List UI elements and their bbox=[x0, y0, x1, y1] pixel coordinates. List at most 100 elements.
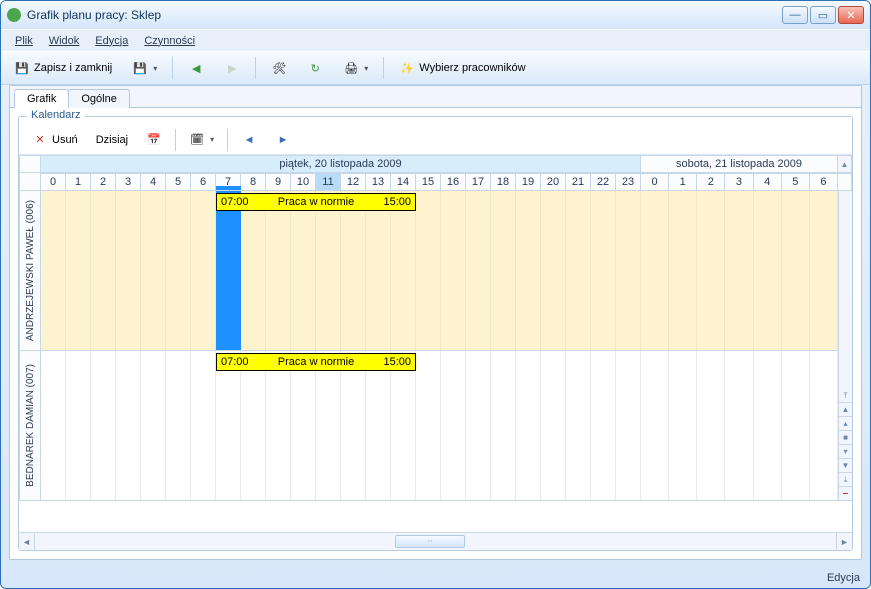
hour-cell[interactable]: 5 bbox=[166, 173, 191, 191]
status-mode: Edycja bbox=[827, 572, 860, 584]
forward-arrow-icon: ▶ bbox=[224, 60, 240, 76]
hour-cell[interactable]: 18 bbox=[491, 173, 516, 191]
hour-cell[interactable]: 21 bbox=[566, 173, 591, 191]
scroll-top-button[interactable]: ⤒ bbox=[839, 389, 852, 403]
next-button[interactable]: ► bbox=[268, 128, 298, 152]
window-title: Grafik planu pracy: Sklep bbox=[27, 8, 782, 22]
tab-ogolne[interactable]: Ogólne bbox=[68, 89, 129, 108]
schedule-event[interactable]: 07:00 Praca w normie 15:00 bbox=[216, 353, 416, 371]
menu-actions[interactable]: Czynności bbox=[136, 33, 203, 49]
date-picker-button[interactable]: 📅 bbox=[139, 128, 169, 152]
employee-name: ANDRZEJEWSKI PAWEŁ (006) bbox=[25, 200, 36, 341]
employee-label[interactable]: BEDNAREK DAMIAN (007) bbox=[19, 351, 41, 501]
prev-button[interactable]: ◄ bbox=[234, 128, 264, 152]
save-close-button[interactable]: 💾 Zapisz i zamknij bbox=[7, 56, 119, 80]
grid-column bbox=[241, 351, 266, 500]
hour-cell[interactable]: 13 bbox=[366, 173, 391, 191]
scroll-left-button[interactable]: ◄ bbox=[19, 533, 35, 550]
hour-cell[interactable]: 6 bbox=[191, 173, 216, 191]
next-arrow-icon: ► bbox=[275, 132, 291, 148]
hour-cell[interactable]: 1 bbox=[669, 173, 697, 191]
collapse-button[interactable]: ▴ bbox=[839, 417, 852, 431]
grid-column bbox=[441, 191, 466, 350]
tools-button[interactable]: 🛠 bbox=[264, 56, 294, 80]
minimize-button[interactable]: — bbox=[782, 6, 808, 24]
event-start: 07:00 bbox=[221, 356, 249, 368]
hour-cell[interactable]: 6 bbox=[810, 173, 838, 191]
tab-grafik[interactable]: Grafik bbox=[14, 89, 69, 108]
view-icon: 🗓 bbox=[189, 132, 205, 148]
hour-cell[interactable]: 12 bbox=[341, 173, 366, 191]
day-header-friday[interactable]: piątek, 20 listopada 2009 bbox=[41, 155, 641, 173]
hour-cell[interactable]: 9 bbox=[266, 173, 291, 191]
grid-column bbox=[641, 191, 669, 350]
scroll-right-button[interactable]: ► bbox=[836, 533, 852, 550]
day-header-saturday[interactable]: sobota, 21 listopada 2009 bbox=[641, 155, 838, 173]
delete-button[interactable]: ✕ Usuń bbox=[25, 128, 85, 152]
menu-file[interactable]: Plik bbox=[7, 33, 41, 49]
schedule-event[interactable]: 07:00 Praca w normie 15:00 bbox=[216, 193, 416, 211]
view-split-button[interactable]: 🗓▾ bbox=[182, 128, 221, 152]
forward-button[interactable]: ▶ bbox=[217, 56, 247, 80]
scroll-down-button[interactable]: ▼ bbox=[839, 459, 852, 473]
grid-column bbox=[291, 191, 316, 350]
hour-cell[interactable]: 19 bbox=[516, 173, 541, 191]
grid-column bbox=[191, 191, 216, 350]
app-window: Grafik planu pracy: Sklep — ▭ ✕ Plik Wid… bbox=[0, 0, 871, 589]
menu-edit[interactable]: Edycja bbox=[87, 33, 136, 49]
maximize-button[interactable]: ▭ bbox=[810, 6, 836, 24]
hour-cell[interactable]: 8 bbox=[241, 173, 266, 191]
hour-cell[interactable]: 3 bbox=[725, 173, 753, 191]
hour-cell[interactable]: 1 bbox=[66, 173, 91, 191]
menu-view[interactable]: Widok bbox=[41, 33, 88, 49]
scroll-thumb[interactable]: ⵈ bbox=[395, 535, 465, 548]
remove-row-button[interactable]: – bbox=[839, 487, 852, 501]
grid-column bbox=[541, 351, 566, 500]
hour-cell[interactable]: 17 bbox=[466, 173, 491, 191]
hour-cell[interactable]: 0 bbox=[641, 173, 669, 191]
scroll-bottom-button[interactable]: ⤓ bbox=[839, 473, 852, 487]
event-label: Praca w normie bbox=[278, 356, 354, 368]
close-button[interactable]: ✕ bbox=[838, 6, 864, 24]
employee-label[interactable]: ANDRZEJEWSKI PAWEŁ (006) bbox=[19, 191, 41, 351]
hour-cell[interactable]: 14 bbox=[391, 173, 416, 191]
toolbar-separator bbox=[227, 129, 228, 151]
hour-cell[interactable]: 5 bbox=[782, 173, 810, 191]
save-split-button[interactable]: 💾▾ bbox=[125, 56, 164, 80]
hour-cell[interactable]: 2 bbox=[91, 173, 116, 191]
schedule-row[interactable]: 07:00 Praca w normie 15:00 bbox=[41, 191, 838, 351]
grid-column bbox=[466, 191, 491, 350]
scroll-up-button[interactable]: ▲ bbox=[838, 155, 852, 173]
today-button[interactable]: Dzisiaj bbox=[89, 130, 135, 150]
hour-cell[interactable]: 10 bbox=[291, 173, 316, 191]
expand-button[interactable]: ▾ bbox=[839, 445, 852, 459]
hour-cell[interactable]: 4 bbox=[754, 173, 782, 191]
hour-cell[interactable]: 16 bbox=[441, 173, 466, 191]
hour-cell[interactable]: 3 bbox=[116, 173, 141, 191]
wand-icon: ✨ bbox=[399, 60, 415, 76]
hour-cell[interactable]: 2 bbox=[697, 173, 725, 191]
hour-cell[interactable]: 23 bbox=[616, 173, 641, 191]
schedule-row[interactable]: 07:00 Praca w normie 15:00 bbox=[41, 351, 838, 501]
hour-cell[interactable]: 4 bbox=[141, 173, 166, 191]
grid-column bbox=[416, 351, 441, 500]
refresh-button[interactable]: ↻ bbox=[300, 56, 330, 80]
tools-icon: 🛠 bbox=[271, 60, 287, 76]
print-split-button[interactable]: 🖨▾ bbox=[336, 56, 375, 80]
hour-cell[interactable]: 11 bbox=[316, 173, 341, 191]
scroll-up-button[interactable]: ▲ bbox=[839, 403, 852, 417]
prev-arrow-icon: ◄ bbox=[241, 132, 257, 148]
hour-cell[interactable]: 20 bbox=[541, 173, 566, 191]
hour-cell[interactable]: 22 bbox=[591, 173, 616, 191]
select-employees-button[interactable]: ✨ Wybierz pracowników bbox=[392, 56, 532, 80]
grid-body: ANDRZEJEWSKI PAWEŁ (006) 07:00 Praca w n… bbox=[19, 191, 852, 532]
back-button[interactable]: ◀ bbox=[181, 56, 211, 80]
save-icon: 💾 bbox=[14, 60, 30, 76]
restore-button[interactable]: ■ bbox=[839, 431, 852, 445]
horizontal-scrollbar[interactable]: ◄ ⵈ ► bbox=[19, 532, 852, 550]
content-panel: Grafik Ogólne Kalendarz ✕ Usuń Dzisiaj 📅… bbox=[9, 85, 862, 560]
scroll-track[interactable]: ⵈ bbox=[35, 533, 836, 550]
grid-column bbox=[810, 351, 838, 500]
hour-cell[interactable]: 15 bbox=[416, 173, 441, 191]
hour-cell[interactable]: 0 bbox=[41, 173, 66, 191]
